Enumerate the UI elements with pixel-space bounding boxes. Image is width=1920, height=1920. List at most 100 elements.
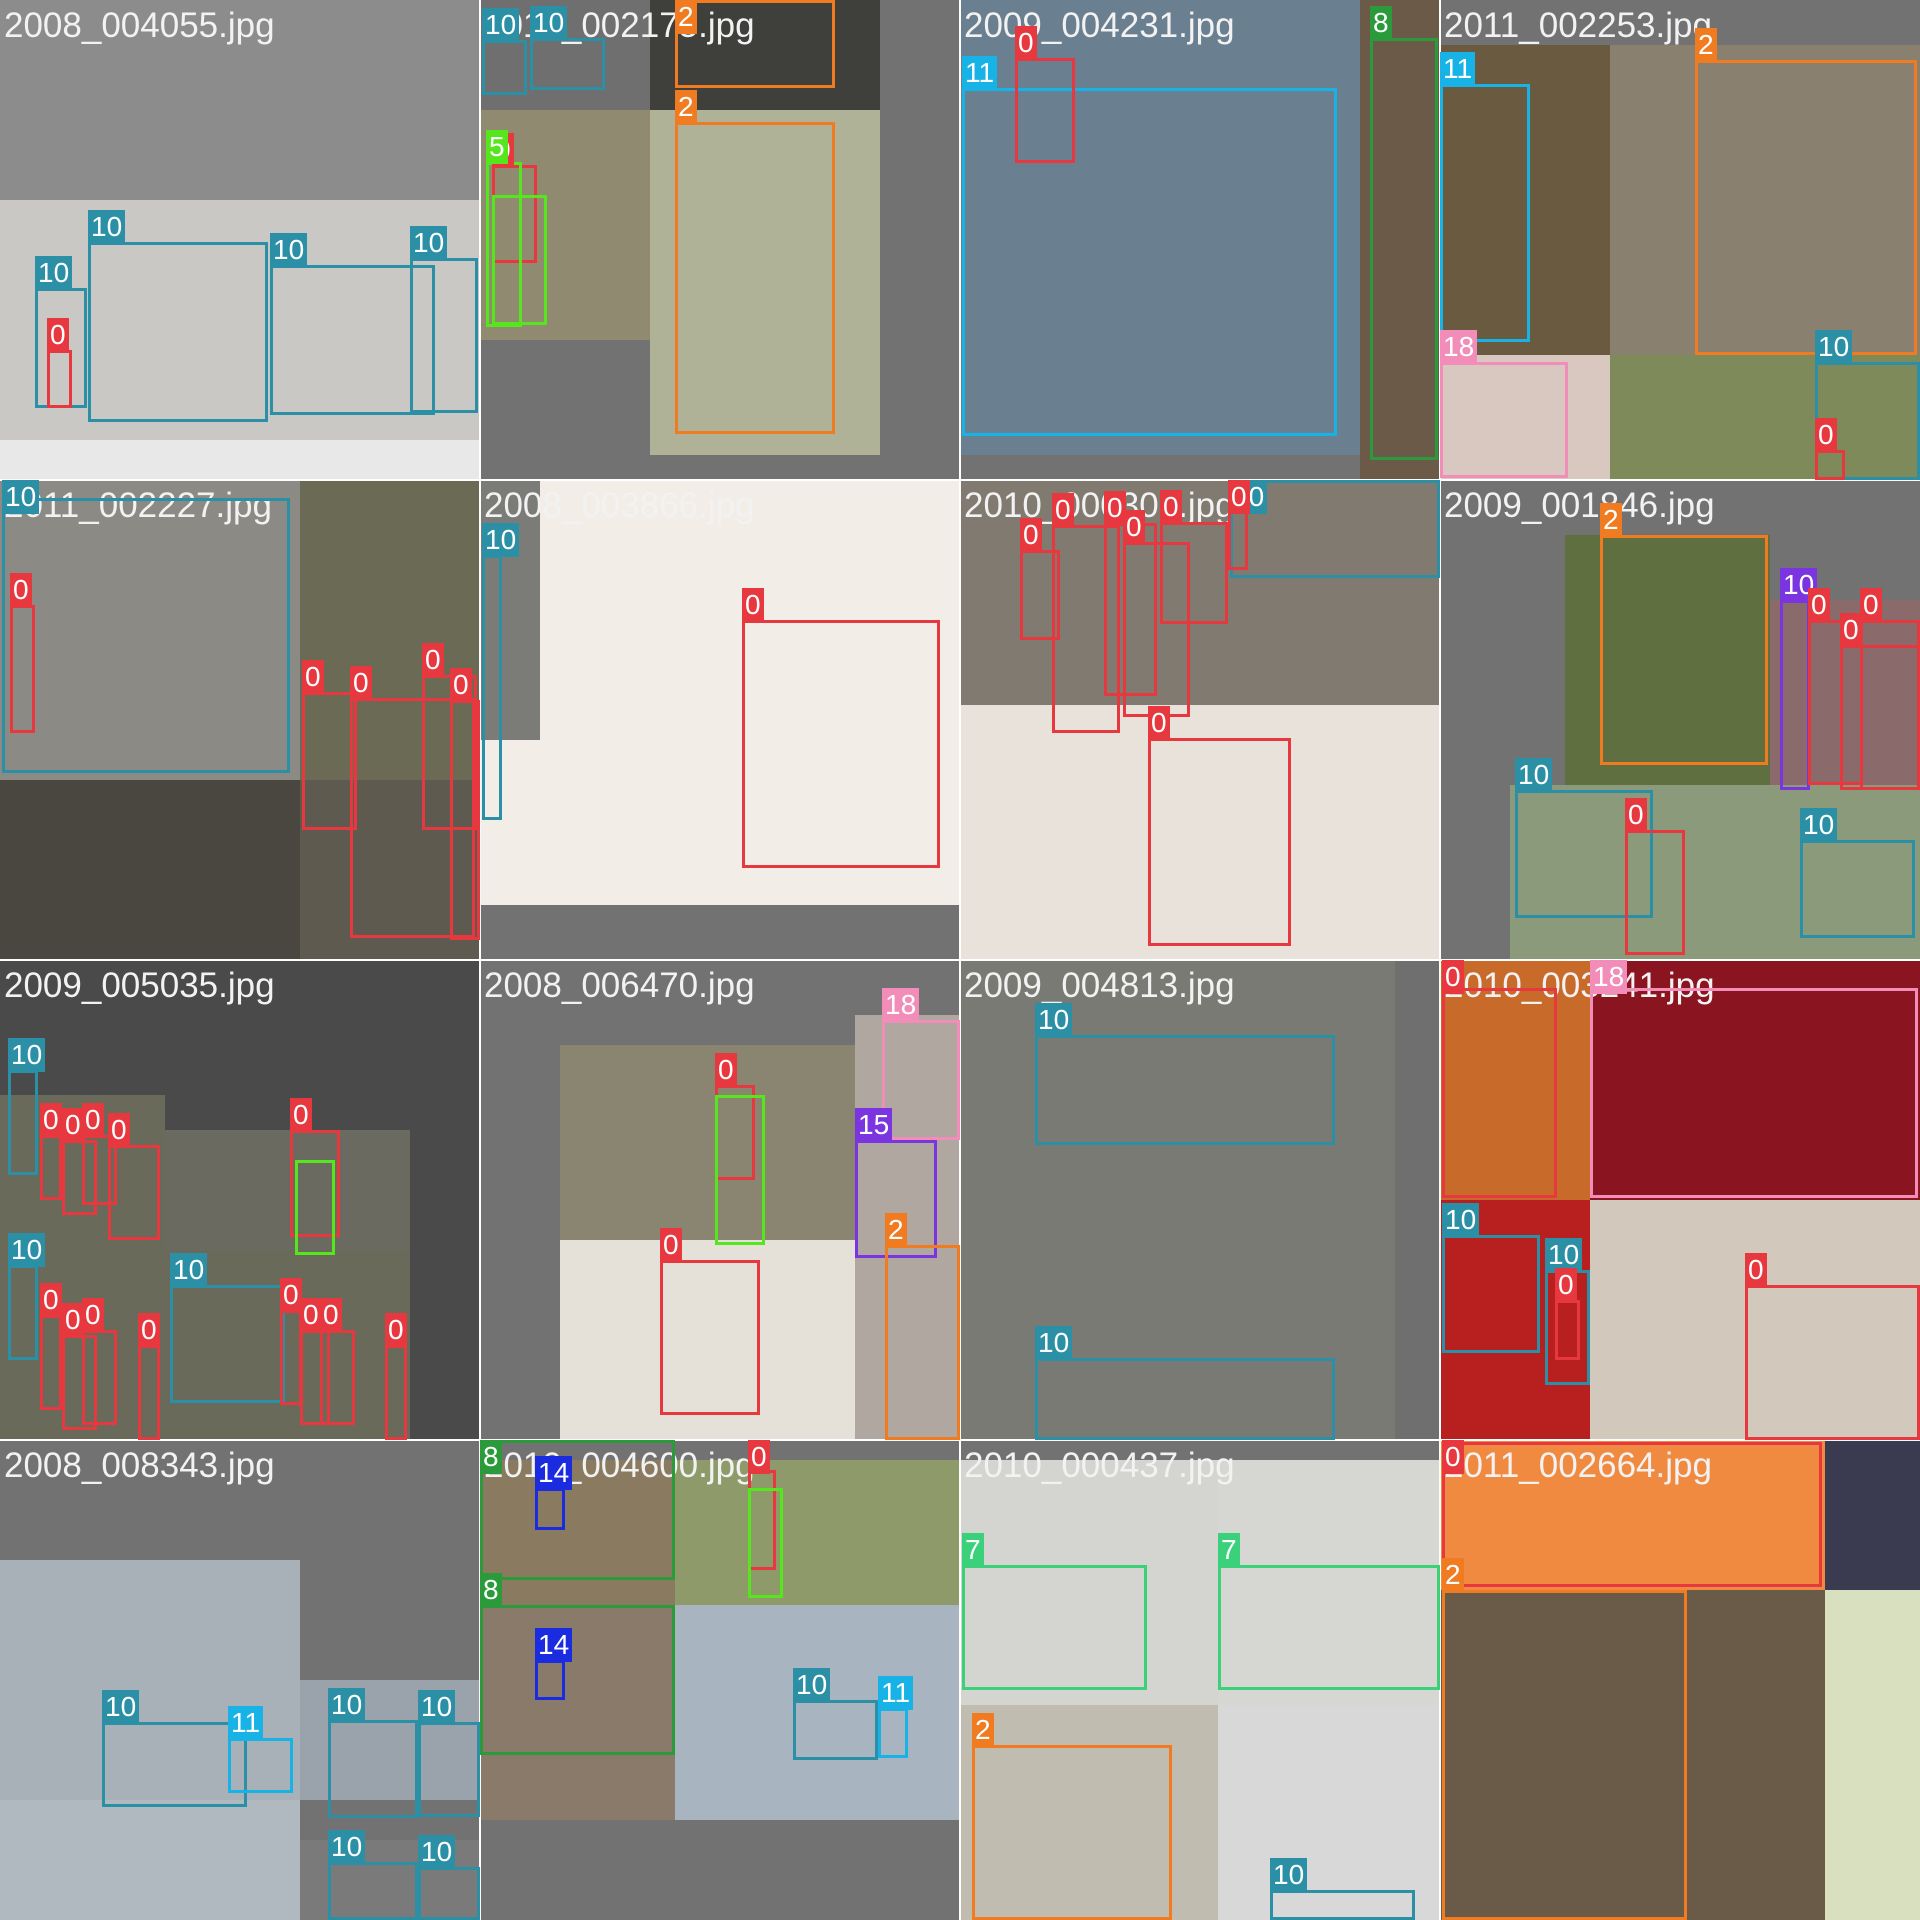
- class-label: 0: [385, 1313, 407, 1347]
- tile-filename: 2010_000307.jpg: [964, 486, 1235, 525]
- class-label: 10: [793, 1668, 831, 1702]
- class-label: 10: [410, 226, 448, 260]
- bounding-box: [1035, 1358, 1335, 1440]
- mosaic-tile: 2008_003866.jpg 10 0: [480, 480, 960, 960]
- class-label: 10: [1035, 1326, 1073, 1360]
- class-label: 2: [972, 1713, 994, 1747]
- bounding-box: [295, 1160, 335, 1255]
- bounding-box: [328, 1720, 418, 1818]
- class-label: 10: [482, 523, 520, 557]
- class-label: 0: [1840, 613, 1862, 647]
- class-label: 10: [8, 1038, 46, 1072]
- mosaic-tile: 2010_003241.jpg 0 18 10 10 0 0: [1440, 960, 1920, 1440]
- class-label: 2: [1442, 1558, 1464, 1592]
- mosaic-tile: 2011_002664.jpg 0 2: [1440, 1440, 1920, 1920]
- tile-filename: 2008_004055.jpg: [4, 6, 275, 45]
- mosaic-grid: 2008_004055.jpg 10 10 10 10 0 2010_002175.jpg 1…: [0, 0, 1920, 1920]
- class-label: 0: [422, 643, 444, 677]
- mosaic-tile: 2011_002227.jpg 10 0 0 0 0 0: [0, 480, 480, 960]
- bounding-box: [1555, 1300, 1580, 1360]
- class-label: 11: [962, 56, 998, 90]
- class-label: 10: [1270, 1858, 1308, 1892]
- bounding-box: [320, 1330, 355, 1425]
- mosaic-tile: 2009_001846.jpg 2 10 0 0 0 10 0 10: [1440, 480, 1920, 960]
- class-label: 10: [482, 8, 520, 42]
- class-label: 0: [40, 1283, 62, 1317]
- class-label: 10: [35, 256, 73, 290]
- class-label: 8: [480, 1440, 502, 1474]
- bounding-box: [1780, 600, 1810, 790]
- bounding-box: [1600, 535, 1768, 765]
- class-label: 11: [1440, 52, 1476, 86]
- photo-region: [1825, 1590, 1920, 1920]
- class-label: 2: [675, 0, 697, 34]
- grid-separator: [0, 1439, 1920, 1441]
- bounding-box: [102, 1722, 247, 1807]
- class-label: 10: [270, 233, 308, 267]
- bounding-box: [882, 1020, 960, 1140]
- bounding-box: [878, 1708, 908, 1758]
- class-label: 14: [535, 1628, 573, 1662]
- class-label: 10: [418, 1690, 456, 1724]
- class-label: 0: [290, 1098, 312, 1132]
- bounding-box: [1745, 1285, 1920, 1440]
- class-label: 0: [300, 1298, 322, 1332]
- bounding-box: [385, 1345, 407, 1440]
- class-label: 0: [1555, 1268, 1577, 1302]
- mosaic-tile: 2008_008343.jpg 10 11 10 10 10 10: [0, 1440, 480, 1920]
- class-label: 10: [530, 6, 568, 40]
- bounding-box: [1015, 58, 1075, 163]
- bounding-box: [280, 1310, 302, 1405]
- bounding-box: [715, 1095, 765, 1245]
- class-label: 10: [418, 1835, 456, 1869]
- class-label: 0: [1860, 588, 1882, 622]
- class-label: 10: [1035, 1003, 1073, 1037]
- class-label: 10: [2, 480, 40, 514]
- bounding-box: [1442, 988, 1557, 1198]
- mosaic-tile: 2008_004055.jpg 10 10 10 10 0: [0, 0, 480, 480]
- class-label: 0: [1228, 480, 1250, 514]
- class-label: 18: [882, 988, 920, 1022]
- photo-region: [0, 1800, 300, 1920]
- class-label: 10: [328, 1688, 366, 1722]
- bounding-box: [1695, 60, 1917, 355]
- bounding-box: [742, 620, 940, 868]
- class-label: 10: [88, 210, 126, 244]
- class-label: 0: [450, 668, 472, 702]
- bounding-box: [88, 242, 268, 422]
- bounding-box: [535, 1660, 565, 1700]
- class-label: 0: [82, 1298, 104, 1332]
- bounding-box: [1440, 84, 1530, 342]
- bounding-box: [675, 122, 835, 434]
- class-label: 10: [1545, 1238, 1583, 1272]
- tile-filename: 2008_008343.jpg: [4, 1446, 275, 1485]
- photo-region: [0, 780, 300, 960]
- class-label: 0: [1148, 706, 1170, 740]
- bounding-box: [302, 692, 357, 830]
- mosaic-tile: 2009_005035.jpg 10 0 0 0 0 0 10 0 0 0 0 10 0 0 0 0: [0, 960, 480, 1440]
- class-label: 5: [486, 130, 508, 164]
- bounding-box: [8, 1070, 38, 1175]
- bounding-box: [418, 1867, 480, 1920]
- mosaic-tile: 2009_004813.jpg 10 10: [960, 960, 1440, 1440]
- class-label: 11: [878, 1676, 914, 1710]
- tile-filename: 2010_000437.jpg: [964, 1446, 1235, 1485]
- bounding-box: [1800, 840, 1915, 938]
- class-label: 0: [660, 1228, 682, 1262]
- photo-region: [0, 440, 480, 480]
- class-label: 0: [1123, 510, 1145, 544]
- photo-region: [1218, 1705, 1440, 1920]
- tile-filename: 2009_001846.jpg: [1444, 486, 1715, 525]
- class-label: 0: [280, 1278, 302, 1312]
- bounding-box: [962, 1565, 1147, 1690]
- class-label: 10: [328, 1830, 366, 1864]
- mosaic-tile: 2011_002253.jpg 11 2 18 10 0: [1440, 0, 1920, 480]
- class-label: 8: [1370, 6, 1392, 40]
- bounding-box: [1625, 830, 1685, 955]
- bounding-box: [1442, 1590, 1687, 1920]
- class-label: 0: [350, 666, 372, 700]
- class-label: 11: [228, 1706, 264, 1740]
- mosaic-tile: 2010_000307.jpg100000000: [960, 480, 1440, 960]
- bounding-box: [1160, 522, 1228, 624]
- class-label: 10: [8, 1233, 46, 1267]
